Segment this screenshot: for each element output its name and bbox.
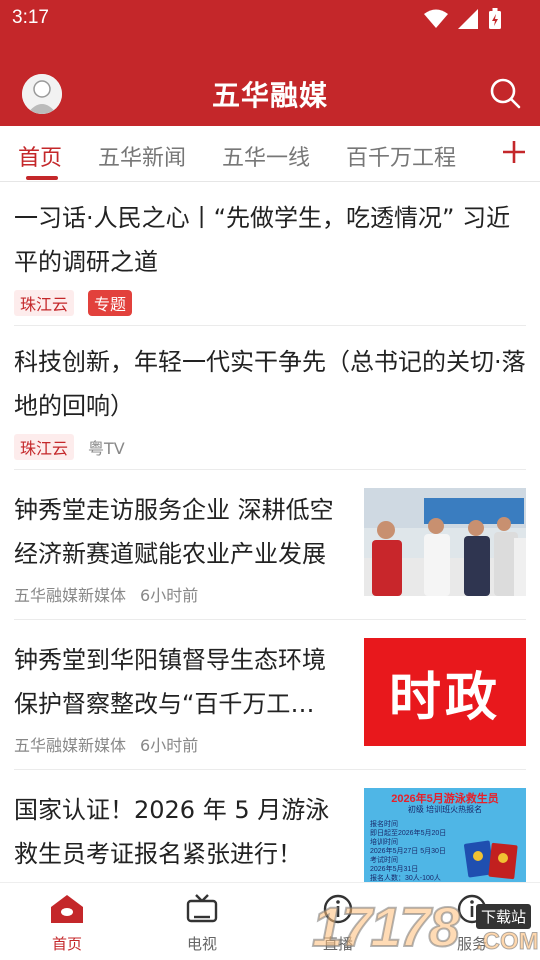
nav-home[interactable]: 首页: [27, 893, 107, 954]
officials-visit-photo: [364, 488, 526, 596]
status-bar: 3:17: [0, 0, 540, 36]
news-headline: 钟秀堂走访服务企业 深耕低空经济新赛道赋能农业产业发展: [14, 496, 334, 568]
watermark-tag: 下载站: [476, 904, 532, 929]
news-headline: 科技创新，年轻一代实干争先（总书记的关切·落地的回响）: [14, 348, 526, 420]
poster-line: 2026年5月31日: [370, 866, 419, 873]
poster-line: 即日起至2026年5月20日: [370, 830, 447, 837]
poster-line: 报名时间: [370, 821, 398, 828]
news-meta: 珠江云 专题: [14, 290, 526, 316]
channel-tabs: 首页 五华新闻 五华一线 百千万工程: [0, 126, 540, 182]
tab-wuhua-news[interactable]: 五华新闻: [98, 140, 186, 172]
news-source: 粤TV: [88, 439, 125, 458]
search-icon[interactable]: [488, 76, 522, 110]
poster-line: 报名人数：30人-100人: [370, 875, 441, 882]
poster-line: 2026年5月27日 5月30日: [370, 848, 446, 855]
news-thumbnail: 时政: [364, 638, 526, 746]
wifi-icon: [424, 9, 448, 28]
news-headline: 国家认证！2026 年 5 月游泳救生员考证报名紧张进行！: [14, 796, 330, 868]
poster-details: 报名时间 即日起至2026年5月20日 培训时间 2026年5月27日 5月30…: [370, 820, 446, 882]
news-item[interactable]: 钟秀堂到华阳镇督导生态环境保护督察整改与“百千万工程”工作 五华融媒新媒体 6小…: [14, 634, 526, 770]
news-item[interactable]: 一习话·人民之心丨“先做学生，吃透情况” 习近平的调研之道 珠江云 专题: [14, 196, 526, 326]
status-icons: [424, 8, 502, 30]
topic-tag: 专题: [88, 290, 133, 316]
news-time: 6小时前: [140, 736, 199, 755]
poster-subtitle: 初级 培训班火热报名: [407, 805, 483, 814]
news-source: 五华融媒新媒体: [14, 736, 127, 755]
poster-line: 培训时间: [370, 839, 398, 846]
news-thumbnail: [364, 488, 526, 596]
news-headline: 钟秀堂到华阳镇督导生态环境保护督察整改与“百千万工程”工作: [14, 646, 326, 718]
thumb-caption: 时政: [388, 667, 501, 728]
watermark-number: 17178: [311, 894, 461, 959]
certificate-booklets-image: [464, 840, 518, 880]
source-tag: 珠江云: [14, 290, 75, 316]
tab-wuhua-frontline[interactable]: 五华一线: [222, 140, 310, 172]
app-header: 五华融媒: [0, 36, 540, 126]
status-time: 3:17: [12, 7, 49, 28]
active-tab-indicator: [26, 176, 58, 180]
news-item[interactable]: 国家认证！2026 年 5 月游泳救生员考证报名紧张进行！ 2026年5月游泳救…: [14, 784, 526, 882]
news-feed: 一习话·人民之心丨“先做学生，吃透情况” 习近平的调研之道 珠江云 专题 科技创…: [0, 182, 540, 882]
news-meta: 珠江云 粤TV: [14, 434, 526, 460]
news-thumbnail: 2026年5月游泳救生员 初级 培训班火热报名 报名时间 即日起至2026年5月…: [364, 788, 526, 882]
nav-label: 电视: [186, 935, 217, 953]
add-channel-icon[interactable]: [502, 140, 526, 164]
news-time: 6小时前: [140, 586, 199, 605]
tab-home[interactable]: 首页: [18, 140, 62, 172]
nav-tv[interactable]: 电视: [162, 893, 242, 954]
nav-label: 首页: [51, 935, 82, 953]
news-item[interactable]: 科技创新，年轻一代实干争先（总书记的关切·落地的回响） 珠江云 粤TV: [14, 340, 526, 470]
news-item[interactable]: 钟秀堂走访服务企业 深耕低空经济新赛道赋能农业产业发展 五华融媒新媒体 6小时前: [14, 484, 526, 620]
battery-icon: [489, 8, 501, 29]
tab-project[interactable]: 百千万工程: [346, 140, 456, 172]
home-icon: [51, 895, 83, 923]
watermark-domain: .COM: [476, 928, 540, 956]
news-headline: 一习话·人民之心丨“先做学生，吃透情况” 习近平的调研之道: [14, 204, 511, 276]
app-title: 五华融媒: [211, 79, 328, 112]
source-tag: 珠江云: [14, 434, 75, 460]
tv-icon: [186, 894, 218, 923]
site-watermark: 17178 下载站 .COM: [311, 894, 540, 959]
news-source: 五华融媒新媒体: [14, 586, 127, 605]
signal-icon: [458, 9, 478, 29]
poster-line: 考试时间: [370, 857, 398, 864]
